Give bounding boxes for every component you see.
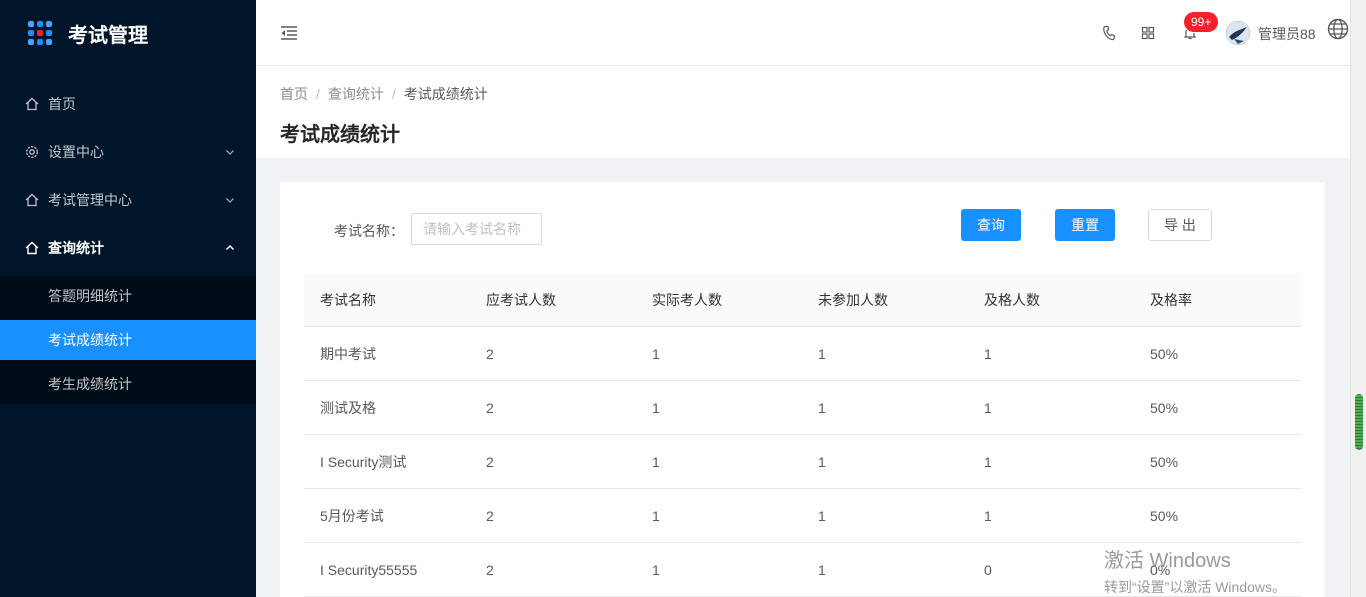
column-header: 考试名称 xyxy=(320,291,376,308)
top-header: 99+ 管理员88 xyxy=(256,0,1350,66)
breadcrumb-query-statistics[interactable]: 查询统计 xyxy=(328,86,384,102)
sidebar-menu: 首页 设置中心 考试管理中心 查询统计 答题明细统计 考试成绩统计 考生成绩统计 xyxy=(0,80,256,404)
sidebar-item-label: 首页 xyxy=(48,96,76,112)
query-button[interactable]: 查询 xyxy=(961,209,1021,241)
sidebar-item-query-statistics[interactable]: 查询统计 xyxy=(0,224,256,272)
column-header: 及格率 xyxy=(1150,291,1192,308)
table-header: 考试名称 应考试人数 实际考人数 未参加人数 及格人数 及格率 xyxy=(304,273,1301,327)
column-header: 应考试人数 xyxy=(486,291,556,308)
table-cell: 期中考试 xyxy=(320,345,376,362)
table-cell: 50% xyxy=(1150,345,1179,362)
table-cell: 1 xyxy=(652,453,660,470)
table-cell: 50% xyxy=(1150,453,1179,470)
sidebar-item-home[interactable]: 首页 xyxy=(0,80,256,128)
table-cell: 1 xyxy=(818,453,826,470)
avatar[interactable] xyxy=(1226,21,1250,45)
breadcrumb: 首页 / 查询统计 / 考试成绩统计 xyxy=(280,86,488,102)
content-card: 考试名称： 查询 重置 导 出 考试名称 应考试人数 实际考人数 未参加人数 及… xyxy=(280,182,1325,597)
home-icon xyxy=(24,192,40,208)
app-title: 考试管理 xyxy=(68,24,148,47)
chevron-down-icon xyxy=(226,150,234,155)
watermark-title: 激活 Windows xyxy=(1104,550,1231,572)
sidebar-item-label: 设置中心 xyxy=(48,144,104,160)
exam-name-input[interactable] xyxy=(411,213,542,245)
export-button[interactable]: 导 出 xyxy=(1148,209,1212,241)
table-cell: I Security55555 xyxy=(320,561,418,578)
globe-icon[interactable] xyxy=(1327,18,1349,45)
table-cell: 测试及格 xyxy=(320,399,376,416)
table-cell: 1 xyxy=(984,453,992,470)
table-cell: 2 xyxy=(486,399,494,416)
sidebar-item-candidate-score-stats[interactable]: 考生成绩统计 xyxy=(0,364,256,404)
table-cell: 1 xyxy=(984,399,992,416)
table-cell: 2 xyxy=(486,345,494,362)
table-cell: 2 xyxy=(486,453,494,470)
page-scrollbar[interactable] xyxy=(1350,0,1366,597)
column-header: 及格人数 xyxy=(984,291,1040,308)
table-cell: 5月份考试 xyxy=(320,507,384,524)
sidebar-item-label: 查询统计 xyxy=(48,240,104,256)
table-cell: 2 xyxy=(486,507,494,524)
table-cell: 50% xyxy=(1150,507,1179,524)
gear-icon xyxy=(24,144,40,160)
sidebar-item-label: 考试管理中心 xyxy=(48,192,132,208)
table-cell: 1 xyxy=(818,345,826,362)
breadcrumb-current: 考试成绩统计 xyxy=(403,86,488,102)
reset-button[interactable]: 重置 xyxy=(1055,209,1115,241)
table-cell: 1 xyxy=(652,507,660,524)
page-header: 首页 / 查询统计 / 考试成绩统计 考试成绩统计 xyxy=(256,66,1350,158)
sidebar-item-exam-management[interactable]: 考试管理中心 xyxy=(0,176,256,224)
phone-icon[interactable] xyxy=(1101,25,1117,41)
logo-grid-icon xyxy=(28,21,52,45)
home-icon xyxy=(24,96,40,112)
table-cell: 1 xyxy=(818,561,826,578)
submenu-query-statistics: 答题明细统计 考试成绩统计 考生成绩统计 xyxy=(0,276,256,404)
username[interactable]: 管理员88 xyxy=(1258,24,1316,44)
sidebar-item-exam-score-stats[interactable]: 考试成绩统计 xyxy=(0,320,256,360)
table-row[interactable]: I Security测试 2 1 1 1 50% xyxy=(304,435,1301,489)
table-cell: 1 xyxy=(984,507,992,524)
column-header: 实际考人数 xyxy=(652,291,722,308)
table-cell: 1 xyxy=(652,345,660,362)
sidebar-item-settings[interactable]: 设置中心 xyxy=(0,128,256,176)
table-row[interactable]: 期中考试 2 1 1 1 50% xyxy=(304,327,1301,381)
table-row[interactable]: 5月份考试 2 1 1 1 50% xyxy=(304,489,1301,543)
chevron-up-icon xyxy=(225,244,235,251)
sidebar-item-answer-detail-stats[interactable]: 答题明细统计 xyxy=(0,276,256,316)
page-title: 考试成绩统计 xyxy=(280,124,400,146)
breadcrumb-home[interactable]: 首页 xyxy=(280,86,308,102)
table-cell: 2 xyxy=(486,561,494,578)
column-header: 未参加人数 xyxy=(818,291,888,308)
table-cell: I Security测试 xyxy=(320,453,407,470)
logo[interactable]: 考试管理 xyxy=(0,0,256,66)
table-cell: 1 xyxy=(818,507,826,524)
table-cell: 1 xyxy=(652,561,660,578)
exam-name-label: 考试名称： xyxy=(334,223,404,239)
chevron-down-icon xyxy=(226,198,234,203)
notification-badge: 99+ xyxy=(1184,12,1219,32)
scrollbar-thumb[interactable] xyxy=(1355,394,1363,450)
home-icon xyxy=(24,240,40,256)
apps-icon[interactable] xyxy=(1140,25,1156,41)
table-cell: 1 xyxy=(652,399,660,416)
watermark-subtitle: 转到“设置”以激活 Windows。 xyxy=(1104,579,1287,595)
sidebar: 考试管理 首页 设置中心 考试管理中心 查询统计 答题明细统计 考试成绩统计 考… xyxy=(0,0,256,597)
menu-fold-icon[interactable] xyxy=(280,25,298,46)
table-cell: 1 xyxy=(984,345,992,362)
windows-activation-watermark: 激活 Windows 转到“设置”以激活 Windows。 xyxy=(1104,544,1286,597)
table-row[interactable]: 测试及格 2 1 1 1 50% xyxy=(304,381,1301,435)
table-cell: 50% xyxy=(1150,399,1179,416)
table-cell: 1 xyxy=(818,399,826,416)
